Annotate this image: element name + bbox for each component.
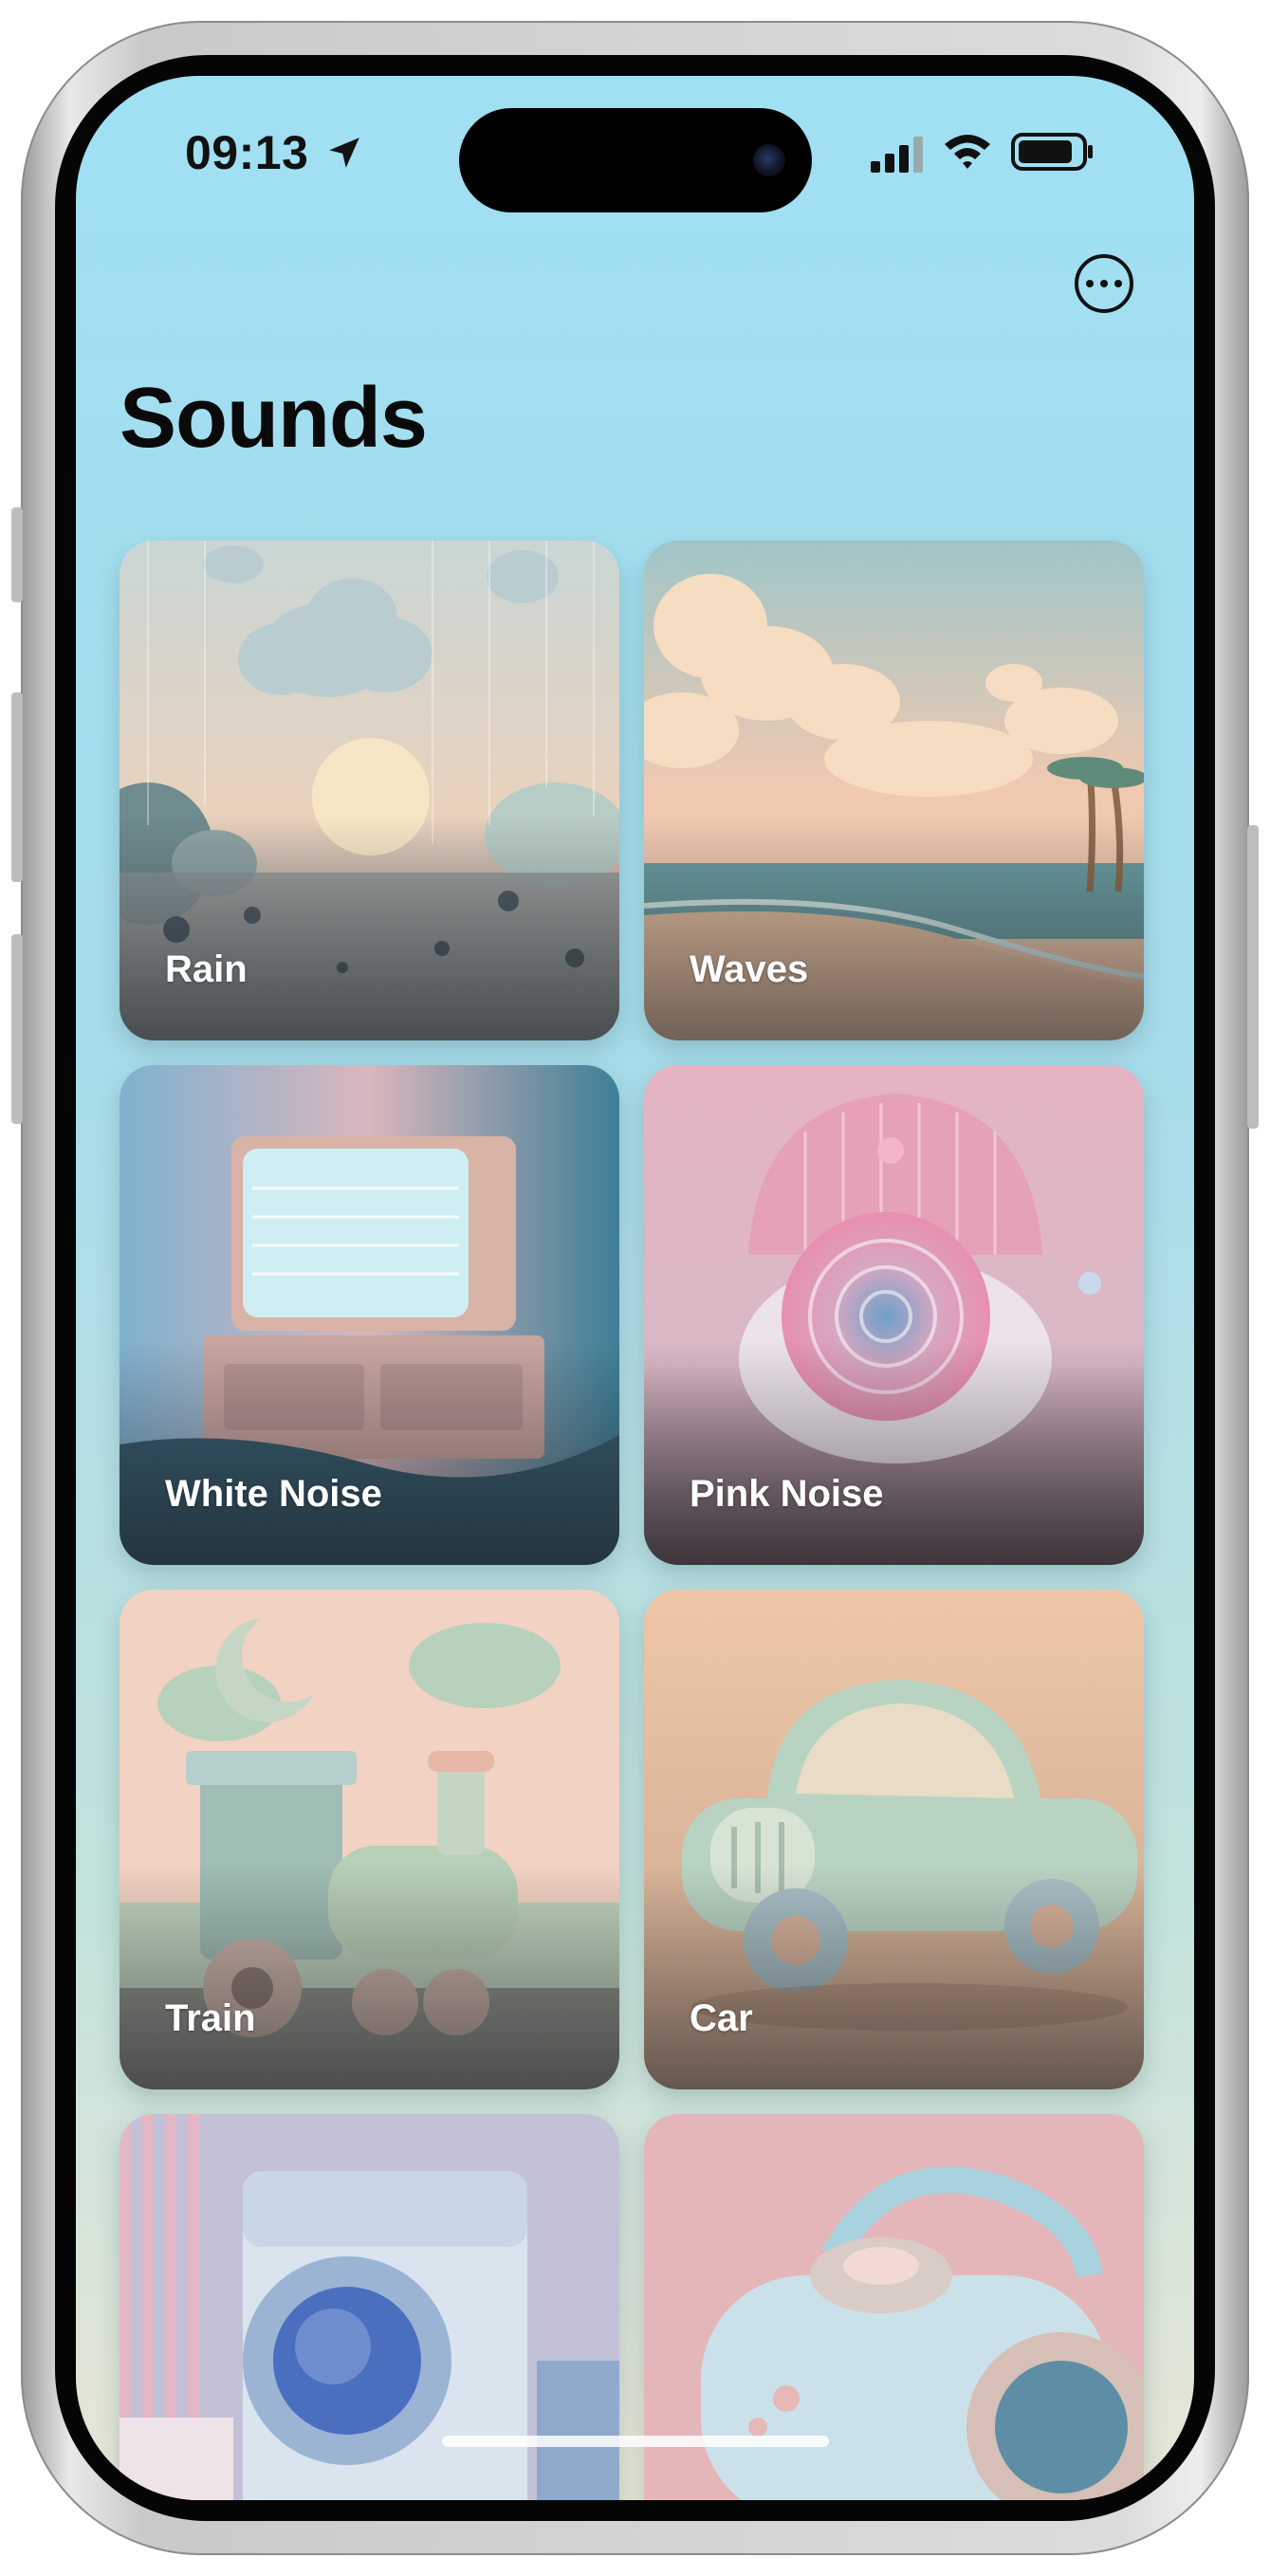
sound-card-rain[interactable]: Rain: [120, 541, 619, 1040]
front-camera: [753, 144, 785, 176]
wifi-icon: [945, 135, 990, 169]
location-arrow-icon: [329, 138, 359, 168]
dynamic-island: [459, 108, 812, 212]
sound-card-label: Train: [165, 1997, 256, 2039]
sound-card-label: Car: [690, 1997, 753, 2039]
sound-card-train[interactable]: Train: [120, 1590, 619, 2089]
more-options-button[interactable]: [1075, 254, 1133, 313]
card-shade: [120, 1864, 619, 2089]
volume-up-button: [11, 692, 23, 882]
sound-card-pink-noise[interactable]: Pink Noise: [644, 1065, 1144, 1565]
sound-card-label: Rain: [165, 948, 248, 990]
card-shade: [120, 1339, 619, 1565]
power-button: [1247, 825, 1259, 1129]
sound-card-car[interactable]: Car: [644, 1590, 1144, 2089]
volume-down-button: [11, 934, 23, 1124]
card-shade: [644, 1339, 1144, 1565]
sound-card-white-noise[interactable]: White Noise: [120, 1065, 619, 1565]
sound-card-waves[interactable]: Waves: [644, 541, 1144, 1040]
status-time: 09:13: [185, 126, 309, 179]
ellipsis-circle-icon: [1086, 280, 1094, 287]
sound-card-label: Pink Noise: [690, 1473, 884, 1515]
card-shade: [644, 1864, 1144, 2089]
cellular-signal-icon: [871, 137, 923, 173]
page-title: Sounds: [120, 371, 428, 466]
battery-icon: [1011, 133, 1093, 171]
card-shade: [644, 815, 1144, 1040]
action-button: [11, 507, 23, 602]
status-bar: 09:13: [76, 76, 1194, 228]
sound-card-label: White Noise: [165, 1473, 382, 1515]
home-indicator[interactable]: [442, 2436, 829, 2447]
card-shade: [120, 815, 619, 1040]
app-screen: 09:13 Sounds Rain Waves White Noise Pink…: [76, 76, 1194, 2500]
sound-card-label: Waves: [690, 948, 809, 990]
